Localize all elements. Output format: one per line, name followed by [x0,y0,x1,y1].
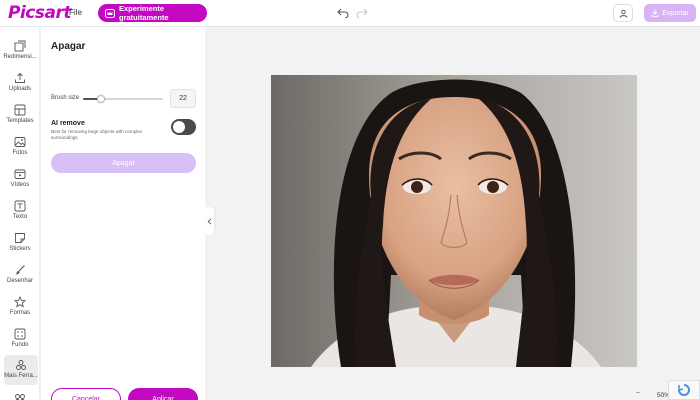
sidebar-item-label: Vídeos [10,182,30,188]
user-icon [619,9,627,18]
sidebar-item-extra[interactable] [0,389,40,400]
ai-remove-description: Best for removing large objects with com… [51,129,143,140]
sidebar-item-photos[interactable]: Fotos [0,132,40,162]
sidebar-item-label: Texto [12,214,28,220]
video-icon [14,169,26,179]
tools-sidebar: Redimensi... Uploads Templates Fotos Víd… [0,27,40,400]
photo-icon [14,137,26,147]
collapse-panel-button[interactable] [205,207,214,235]
toggle-knob [173,121,185,133]
star-icon [14,296,26,308]
sidebar-item-resize[interactable]: Redimensi... [0,36,40,66]
canvas-photo[interactable] [271,75,637,367]
sidebar-item-text[interactable]: Texto [0,196,40,226]
sidebar-item-draw[interactable]: Desenhar [0,260,40,290]
redo-icon[interactable] [356,8,368,18]
crown-icon [105,8,115,18]
sidebar-item-templates[interactable]: Templates [0,100,40,130]
erase-button[interactable]: Apagar [51,153,196,173]
brush-size-thumb[interactable] [96,95,105,103]
sidebar-item-label: Formas [9,310,31,316]
templates-icon [14,104,26,116]
recaptcha-icon [678,384,690,396]
sidebar-item-uploads[interactable]: Uploads [0,68,40,98]
more-tools-icon [16,360,26,370]
export-button[interactable]: Exportar [644,4,696,22]
file-menu[interactable]: File [69,8,82,17]
recaptcha-badge [668,380,700,400]
chevron-left-icon [207,217,212,225]
top-bar: Picsart File Experimente gratuitamente E… [0,0,700,27]
portrait-image [271,75,637,367]
ai-remove-toggle[interactable] [171,119,196,135]
apps-icon [15,394,25,400]
sidebar-item-shapes[interactable]: Formas [0,292,40,322]
sidebar-item-label: Fotos [12,150,28,156]
export-label: Exportar [662,9,689,17]
sidebar-item-label: Desenhar [6,278,33,284]
eraser-panel: Apagar Brush size 22 AI remove Best for … [41,27,205,400]
zoom-out-button[interactable]: − [636,390,640,397]
download-icon [651,9,659,17]
sidebar-item-label: Redimensi... [3,54,37,60]
sticker-icon [15,233,25,243]
brush-icon [16,265,25,275]
user-button[interactable] [613,4,633,22]
sidebar-item-videos[interactable]: Vídeos [0,164,40,194]
background-icon [14,328,26,340]
apply-button[interactable]: Aplicar [128,388,198,400]
sidebar-item-more-tools[interactable]: Mais Ferra... [4,355,38,385]
upload-icon [15,72,25,83]
picsart-logo[interactable]: Picsart [8,3,71,23]
sidebar-item-background[interactable]: Fundo [0,324,40,354]
sidebar-item-label: Uploads [8,86,31,92]
sidebar-item-label: Fundo [11,342,29,348]
undo-icon[interactable] [337,8,349,18]
brush-size-slider[interactable] [83,95,163,103]
cancel-button[interactable]: Cancelar [51,388,121,400]
sidebar-item-label: Templates [6,118,34,124]
brush-size-label: Brush size [51,95,80,101]
ai-remove-title: AI remove [51,120,85,127]
brush-size-input[interactable]: 22 [170,89,196,108]
resize-icon [14,40,26,52]
sidebar-item-label: Mais Ferra... [4,373,38,379]
sidebar-item-label: Stickers [9,246,31,252]
text-icon [14,200,26,212]
try-free-button[interactable]: Experimente gratuitamente [98,4,207,22]
panel-title: Apagar [51,41,86,52]
try-free-label: Experimente gratuitamente [119,4,169,22]
sidebar-item-stickers[interactable]: Stickers [0,228,40,258]
